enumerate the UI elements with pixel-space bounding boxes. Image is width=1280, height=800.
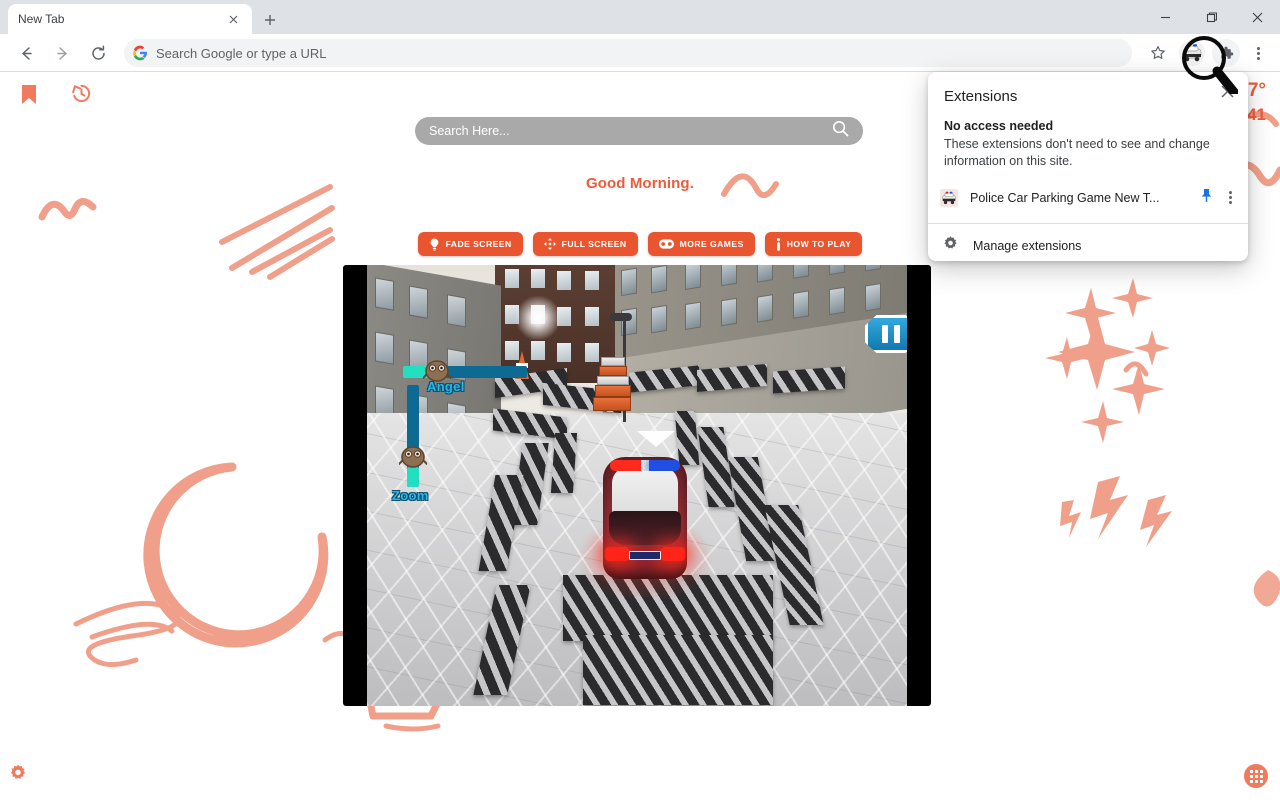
how-to-play-label: HOW TO PLAY bbox=[786, 239, 852, 249]
crate bbox=[599, 366, 627, 376]
zoom-slider-fill bbox=[407, 467, 419, 487]
browser-window: New Tab Search Google or type a URL 7° 4… bbox=[0, 0, 1280, 800]
puzzle-piece-icon[interactable] bbox=[1212, 39, 1240, 67]
fade-screen-label: FADE SCREEN bbox=[445, 239, 512, 249]
minimize-button[interactable] bbox=[1142, 0, 1188, 34]
light-flare bbox=[515, 295, 561, 341]
new-tab-button[interactable] bbox=[258, 8, 282, 32]
back-arrow-icon[interactable] bbox=[12, 39, 40, 67]
address-bar-placeholder: Search Google or type a URL bbox=[156, 45, 327, 61]
car-roof bbox=[612, 467, 678, 517]
gear-icon bbox=[942, 235, 959, 257]
three-dot-menu-icon[interactable] bbox=[1244, 39, 1272, 67]
access-section-body: These extensions don't need to see and c… bbox=[944, 137, 1210, 169]
gamepad-icon bbox=[658, 239, 674, 249]
lamp-head bbox=[610, 313, 632, 321]
crate bbox=[601, 357, 625, 366]
fade-screen-button[interactable]: FADE SCREEN bbox=[417, 232, 523, 256]
search-icon[interactable] bbox=[832, 120, 849, 142]
access-section-heading: No access needed bbox=[944, 119, 1054, 133]
bookmark-icon[interactable] bbox=[20, 84, 38, 110]
tab-strip: New Tab bbox=[0, 0, 1280, 34]
car-rear-window bbox=[609, 511, 681, 545]
browser-tab[interactable]: New Tab bbox=[8, 4, 252, 34]
extensions-popup-title: Extensions bbox=[944, 88, 1018, 105]
more-games-button[interactable]: MORE GAMES bbox=[647, 232, 755, 256]
police-car-extension-icon bbox=[940, 188, 958, 207]
google-g-icon bbox=[133, 45, 147, 61]
game-viewport[interactable]: Angel Zoom bbox=[367, 265, 907, 706]
window-controls bbox=[1142, 0, 1280, 34]
search-input[interactable]: Search Here... bbox=[415, 117, 863, 145]
weather-low-high: 41 bbox=[1247, 104, 1266, 124]
history-icon[interactable] bbox=[72, 84, 91, 108]
tab-title: New Tab bbox=[18, 12, 65, 26]
weather-widget: 7° 41 bbox=[1247, 78, 1266, 127]
crate bbox=[595, 385, 631, 397]
police-light-bar bbox=[610, 460, 680, 471]
close-icon[interactable] bbox=[1216, 80, 1238, 102]
more-games-label: MORE GAMES bbox=[679, 239, 744, 249]
address-bar[interactable]: Search Google or type a URL bbox=[124, 39, 1132, 67]
apps-grid-icon[interactable] bbox=[1244, 764, 1268, 788]
camera-zoom-label: Zoom bbox=[392, 488, 429, 503]
pin-icon[interactable] bbox=[1200, 188, 1213, 208]
zoom-slider-knob[interactable] bbox=[399, 445, 427, 469]
how-to-play-button[interactable]: HOW TO PLAY bbox=[764, 232, 863, 256]
police-car bbox=[573, 431, 717, 597]
game-frame[interactable]: Angel Zoom bbox=[343, 265, 931, 706]
extension-more-menu-icon[interactable] bbox=[1225, 187, 1236, 208]
window-close-button[interactable] bbox=[1234, 0, 1280, 34]
bookmark-star-icon[interactable] bbox=[1144, 39, 1172, 67]
license-plate bbox=[629, 551, 661, 560]
police-car-extension-icon[interactable] bbox=[1179, 40, 1205, 66]
browser-toolbar: Search Google or type a URL bbox=[0, 34, 1280, 72]
pause-button[interactable] bbox=[865, 315, 907, 353]
search-placeholder: Search Here... bbox=[429, 124, 510, 138]
tail-light-right bbox=[661, 547, 685, 561]
manage-extensions-item[interactable]: Manage extensions bbox=[928, 224, 1248, 262]
extensions-popup: Extensions No access needed These extens… bbox=[928, 72, 1248, 261]
extensions-popup-header: Extensions bbox=[928, 72, 1248, 105]
full-screen-button[interactable]: FULL SCREEN bbox=[532, 232, 638, 256]
camera-zoom-control[interactable]: Zoom bbox=[392, 385, 451, 503]
crate bbox=[593, 397, 631, 411]
lightbulb-icon bbox=[429, 238, 440, 251]
tail-light-left bbox=[605, 547, 629, 561]
extension-list-item[interactable]: Police Car Parking Game New T... bbox=[928, 181, 1248, 215]
full-screen-label: FULL SCREEN bbox=[561, 239, 627, 249]
extension-name: Police Car Parking Game New T... bbox=[970, 190, 1160, 205]
barrier bbox=[583, 635, 773, 705]
barrier bbox=[550, 433, 578, 493]
forward-arrow-icon[interactable] bbox=[48, 39, 76, 67]
manage-extensions-label: Manage extensions bbox=[973, 238, 1082, 253]
pause-icon bbox=[894, 325, 900, 343]
crate bbox=[597, 376, 629, 385]
gear-icon[interactable] bbox=[8, 763, 28, 788]
pause-icon bbox=[882, 325, 888, 343]
weather-temperature: 7° bbox=[1247, 80, 1266, 101]
direction-arrow bbox=[637, 431, 675, 447]
extensions-access-section: No access needed These extensions don't … bbox=[928, 105, 1248, 171]
expand-arrows-icon bbox=[543, 238, 556, 250]
info-icon bbox=[776, 237, 781, 251]
maximize-button[interactable] bbox=[1188, 0, 1234, 34]
tab-close-icon[interactable] bbox=[224, 10, 242, 28]
reload-icon[interactable] bbox=[84, 39, 112, 67]
toolbar-actions bbox=[1140, 39, 1272, 67]
